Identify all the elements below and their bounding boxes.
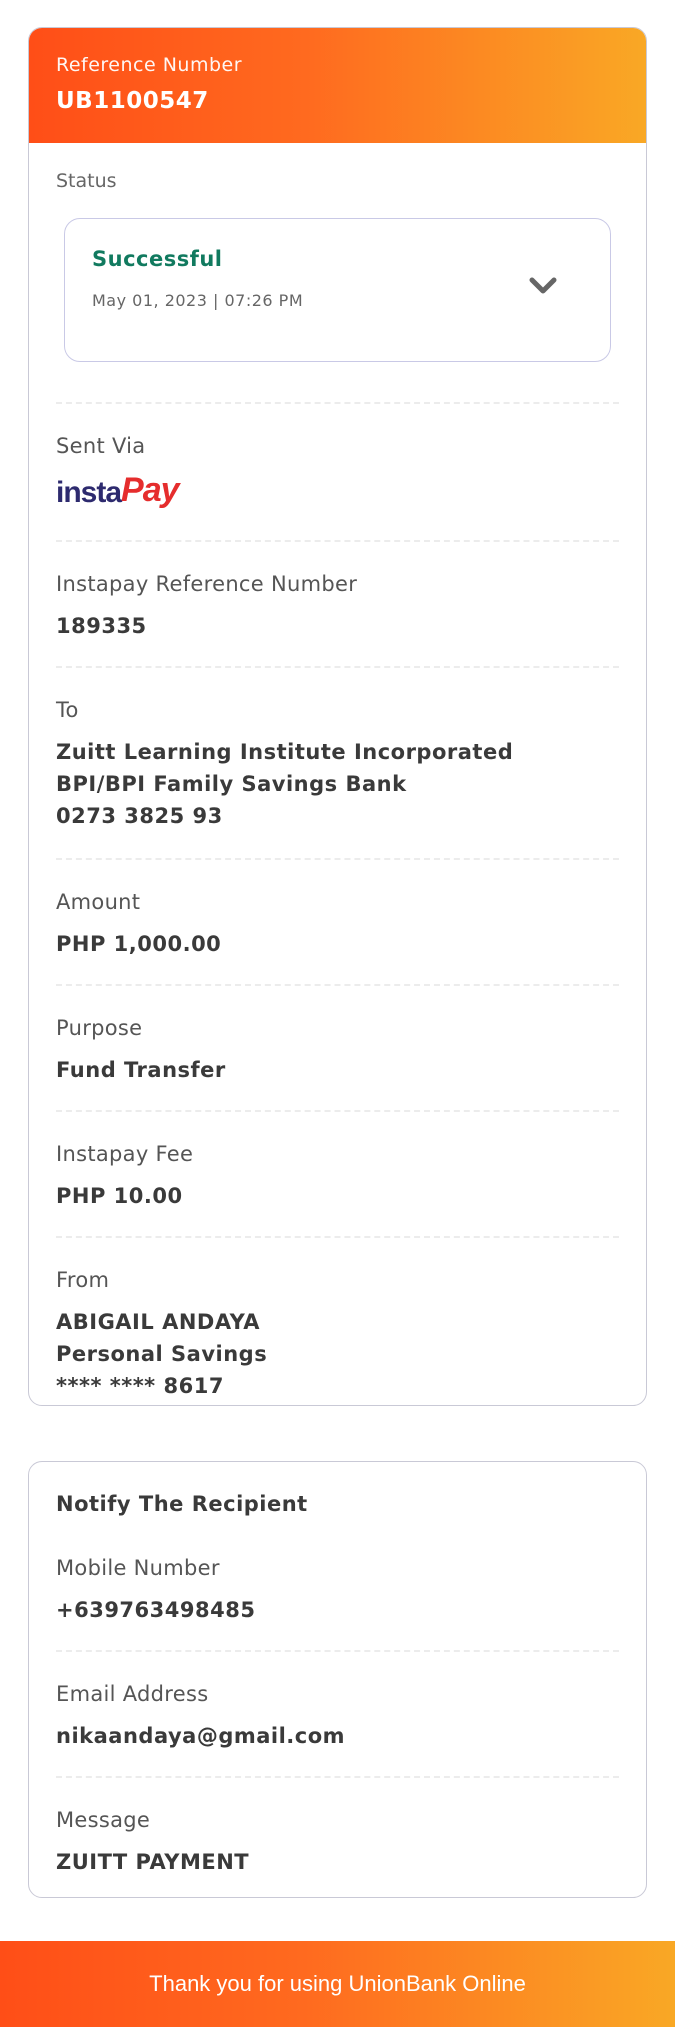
status-datetime: May 01, 2023 | 07:26 PM [92,291,304,310]
from-account: **** **** 8617 [56,1374,224,1398]
to-name: Zuitt Learning Institute Incorporated [56,740,514,764]
fee-value: PHP 10.00 [56,1184,183,1208]
email-label: Email Address [56,1682,209,1706]
transaction-details-card: Reference Number UB1100547 Status Succes… [28,27,647,1406]
divider [56,984,619,986]
purpose-value: Fund Transfer [56,1058,226,1082]
instapay-logo: insta Pay [56,471,619,510]
amount-label: Amount [56,890,141,914]
divider [56,666,619,668]
instapay-logo-pay: Pay [121,471,179,509]
instapay-logo-insta: insta [56,476,122,509]
reference-value: UB1100547 [56,88,209,114]
email-value: nikaandaya@gmail.com [56,1724,346,1748]
divider [56,858,619,860]
divider [56,1236,619,1238]
from-label: From [56,1268,110,1292]
fee-label: Instapay Fee [56,1142,194,1166]
divider [56,540,619,542]
from-details: ABIGAIL ANDAYA Personal Savings **** ***… [56,1306,619,1402]
purpose-label: Purpose [56,1016,143,1040]
footer-banner: Thank you for using UnionBank Online [0,1941,675,2027]
divider [56,1110,619,1112]
from-name: ABIGAIL ANDAYA [56,1310,261,1334]
message-value: ZUITT PAYMENT [56,1850,250,1874]
reference-header: Reference Number UB1100547 [29,28,646,143]
status-label: Status [56,170,117,192]
from-account-type: Personal Savings [56,1342,268,1366]
divider [56,1650,619,1652]
reference-label: Reference Number [56,54,243,76]
mobile-value: +639763498485 [56,1598,256,1622]
to-bank: BPI/BPI Family Savings Bank [56,772,407,796]
notify-recipient-card: Notify The Recipient Mobile Number +6397… [28,1461,647,1898]
instapay-ref-value: 189335 [56,614,147,638]
to-account: 0273 3825 93 [56,804,223,828]
mobile-label: Mobile Number [56,1556,220,1580]
status-dropdown[interactable]: Successful May 01, 2023 | 07:26 PM [64,218,611,362]
divider [56,402,619,404]
sent-via-label: Sent Via [56,434,146,458]
chevron-down-icon[interactable] [528,271,558,301]
divider [56,1776,619,1778]
to-details: Zuitt Learning Institute Incorporated BP… [56,736,619,832]
to-label: To [56,698,79,722]
status-text: Successful [92,247,223,271]
notify-title: Notify The Recipient [56,1492,308,1516]
amount-value: PHP 1,000.00 [56,932,222,956]
instapay-ref-label: Instapay Reference Number [56,572,358,596]
message-label: Message [56,1808,151,1832]
